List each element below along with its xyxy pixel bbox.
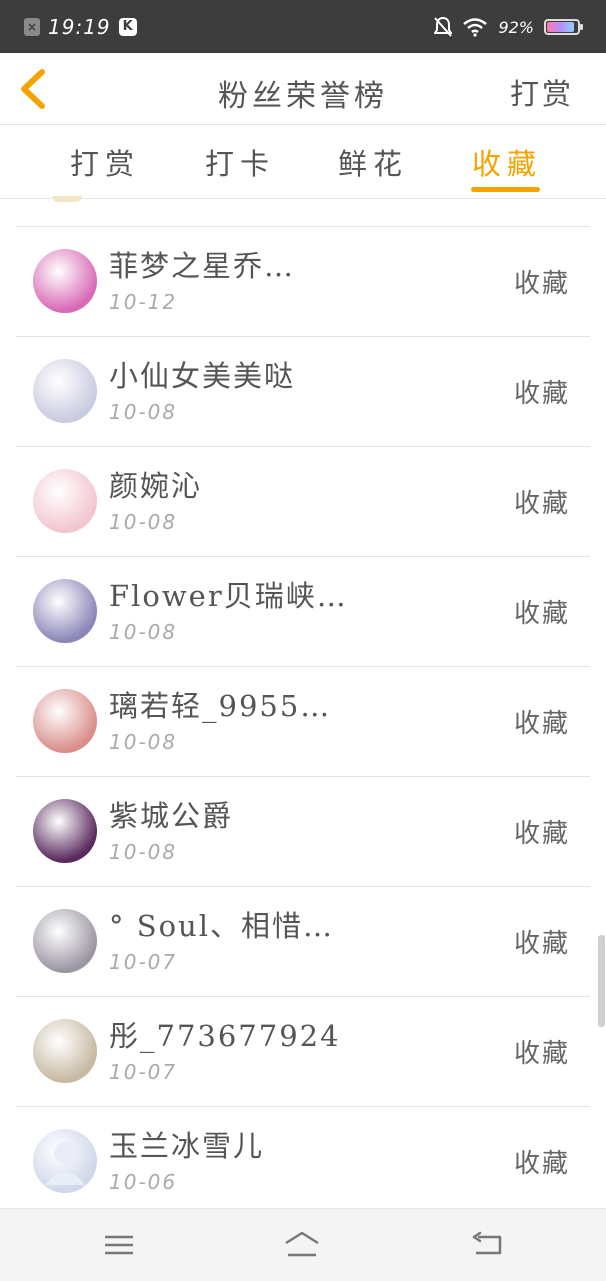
battery-percent: 92%: [498, 17, 534, 37]
fan-date: 10-08: [109, 620, 178, 644]
fan-action: 收藏: [513, 379, 570, 409]
fan-action: 收藏: [513, 929, 570, 959]
fan-name: 颜婉沁: [109, 469, 203, 503]
status-time: 19:19: [48, 15, 111, 39]
fan-date: 10-08: [109, 510, 178, 534]
avatar[interactable]: [33, 799, 97, 863]
fan-name: Flower贝瑞峡…: [109, 579, 348, 613]
fan-date: 10-08: [109, 400, 178, 424]
fan-name: 彤_773677924: [109, 1019, 341, 1053]
sim-x-icon: ×: [24, 18, 40, 36]
fan-date: 10-06: [109, 1170, 178, 1194]
list-item[interactable]: Flower贝瑞峡… 10-08 收藏: [16, 556, 590, 666]
back-icon[interactable]: [468, 1229, 508, 1261]
wifi-icon: [463, 18, 488, 37]
status-left: × 19:19 K: [24, 13, 137, 41]
k-app-icon: K: [118, 18, 137, 36]
fan-date: 10-07: [109, 950, 178, 974]
tab-bar: 打赏 打卡 鲜花 收藏: [0, 125, 606, 199]
list-item[interactable]: 彤_773677924 10-07 收藏: [16, 996, 590, 1106]
list-item[interactable]: 玉兰冰雪儿 10-06 收藏: [16, 1106, 590, 1216]
menu-icon[interactable]: [99, 1229, 139, 1261]
fan-action: 收藏: [513, 599, 570, 629]
home-icon[interactable]: [282, 1229, 322, 1261]
status-bar: × 19:19 K 92%: [0, 0, 606, 53]
fan-name: 玉兰冰雪儿: [109, 1129, 265, 1163]
fan-date: 10-08: [109, 730, 178, 754]
fan-action: 收藏: [513, 1039, 570, 1069]
status-right: 92%: [434, 13, 583, 41]
fan-name: ° Soul、相惜…: [109, 909, 334, 943]
avatar[interactable]: [33, 579, 97, 643]
fan-list: 菲梦之星乔… 10-12 收藏 小仙女美美哒 10-08 收藏 颜婉沁 10-0…: [16, 226, 590, 1216]
list-item[interactable]: 璃若轻_9955… 10-08 收藏: [16, 666, 590, 776]
fan-name: 紫城公爵: [109, 799, 234, 833]
avatar[interactable]: [33, 249, 97, 313]
tab-reward[interactable]: 打赏: [70, 141, 140, 183]
app-header: 粉丝荣誉榜 打赏: [0, 53, 606, 125]
list-item[interactable]: 菲梦之星乔… 10-12 收藏: [16, 226, 590, 336]
partial-avatar: [52, 196, 82, 202]
active-tab-indicator: [471, 187, 540, 192]
fan-action: 收藏: [513, 819, 570, 849]
fan-action: 收藏: [513, 489, 570, 519]
fan-date: 10-12: [109, 290, 178, 314]
fan-action: 收藏: [513, 269, 570, 299]
fan-action: 收藏: [513, 1149, 570, 1179]
avatar[interactable]: [33, 1019, 97, 1083]
default-avatar-icon: [45, 1142, 85, 1185]
tab-flowers[interactable]: 鲜花: [338, 141, 408, 183]
avatar[interactable]: [33, 469, 97, 533]
battery-fill: [547, 22, 575, 32]
mute-icon: [434, 16, 453, 37]
fan-name: 菲梦之星乔…: [109, 249, 296, 283]
fan-name: 小仙女美美哒: [109, 359, 296, 393]
list-item[interactable]: ° Soul、相惜… 10-07 收藏: [16, 886, 590, 996]
battery-icon: [544, 19, 583, 35]
reward-button[interactable]: 打赏: [510, 71, 574, 113]
list-item[interactable]: 颜婉沁 10-08 收藏: [16, 446, 590, 556]
fan-name: 璃若轻_9955…: [109, 689, 332, 723]
fan-action: 收藏: [513, 709, 570, 739]
system-nav-bar: [0, 1208, 606, 1281]
tab-favorites[interactable]: 收藏: [472, 141, 542, 183]
list-item[interactable]: 紫城公爵 10-08 收藏: [16, 776, 590, 886]
avatar[interactable]: [33, 359, 97, 423]
avatar[interactable]: [33, 1129, 97, 1193]
avatar[interactable]: [33, 689, 97, 753]
scrollbar[interactable]: [598, 935, 605, 1027]
fan-date: 10-07: [109, 1060, 178, 1084]
fan-date: 10-08: [109, 840, 178, 864]
tab-checkin[interactable]: 打卡: [205, 141, 275, 183]
list-item[interactable]: 小仙女美美哒 10-08 收藏: [16, 336, 590, 446]
avatar[interactable]: [33, 909, 97, 973]
